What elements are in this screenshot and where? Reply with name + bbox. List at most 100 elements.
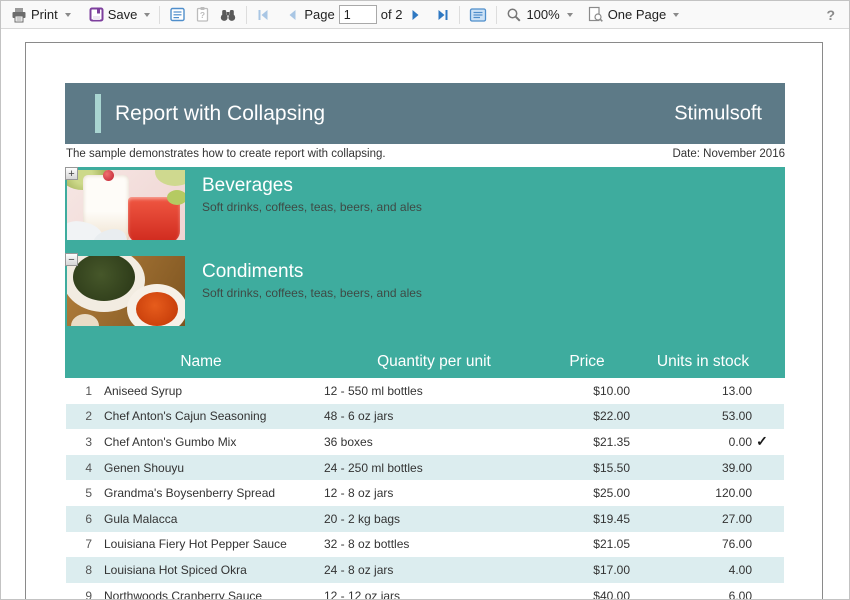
row-number: 9	[66, 589, 92, 600]
print-label: Print	[31, 7, 58, 22]
toolbar: Print Save	[1, 1, 849, 29]
group-title: Beverages	[202, 174, 422, 198]
quantity-per-unit: 12 - 8 oz jars	[324, 486, 520, 500]
price-value: $10.00	[520, 384, 630, 398]
parameters-panel-button[interactable]	[165, 4, 190, 25]
first-page-icon	[256, 8, 270, 22]
toolbar-separator	[496, 6, 497, 24]
units-in-stock-value: 6.00	[630, 589, 752, 600]
bookmarks-panel-button[interactable]	[465, 5, 491, 25]
beverages-image	[67, 170, 185, 240]
save-button[interactable]: Save	[85, 5, 155, 24]
page-total: of 2	[381, 7, 403, 22]
view-mode-button[interactable]: One Page	[583, 4, 684, 25]
row-number: 4	[66, 461, 92, 475]
chevron-down-icon	[65, 13, 71, 17]
report-date: Date: November 2016	[672, 148, 785, 160]
expand-toggle-icon[interactable]: +	[65, 167, 78, 180]
collapse-toggle-icon[interactable]: −	[65, 253, 78, 266]
print-button[interactable]: Print	[7, 5, 75, 25]
page-number-input[interactable]	[339, 5, 377, 24]
condiments-thumbnail: −	[67, 256, 185, 326]
last-page-button[interactable]	[432, 6, 454, 24]
quantity-per-unit: 24 - 8 oz jars	[324, 563, 520, 577]
previous-page-button-disabled	[282, 6, 302, 24]
table-header-row: Name Quantity per unit Price Units in st…	[66, 345, 784, 378]
row-number: 8	[66, 563, 92, 577]
price-value: $22.00	[520, 409, 630, 423]
help-button[interactable]: ?	[820, 7, 841, 23]
chevron-down-icon	[673, 13, 679, 17]
panel-lines-icon	[469, 7, 487, 23]
check-icon: ✓	[752, 433, 772, 450]
toolbar-separator	[246, 6, 247, 24]
quantity-per-unit: 20 - 2 kg bags	[324, 512, 520, 526]
binoculars-icon	[219, 7, 237, 23]
row-number: 5	[66, 486, 92, 500]
table-row: 3Chef Anton's Gumbo Mix36 boxes$21.350.0…	[66, 429, 784, 455]
svg-text:?: ?	[200, 10, 205, 20]
column-header-price: Price	[532, 353, 642, 371]
previous-page-icon	[286, 8, 298, 22]
table-row: 4Genen Shouyu24 - 250 ml bottles$15.5039…	[66, 455, 784, 481]
table-row: 6Gula Malacca20 - 2 kg bags$19.4527.00	[66, 506, 784, 532]
units-in-stock-value: 53.00	[630, 409, 752, 423]
product-name: Louisiana Hot Spiced Okra	[92, 563, 324, 577]
first-page-button-disabled	[252, 6, 274, 24]
product-name: Gula Malacca	[92, 512, 324, 526]
column-header-units: Units in stock	[642, 353, 764, 371]
table-row: 7Louisiana Fiery Hot Pepper Sauce32 - 8 …	[66, 532, 784, 558]
report-viewer: Print Save	[0, 0, 850, 600]
table-row: 8Louisiana Hot Spiced Okra24 - 8 oz jars…	[66, 557, 784, 583]
group-title: Condiments	[202, 260, 422, 284]
row-number: 7	[66, 537, 92, 551]
price-value: $15.50	[520, 461, 630, 475]
toolbar-separator	[159, 6, 160, 24]
accent-bar	[95, 94, 101, 133]
table-body: 1Aniseed Syrup12 - 550 ml bottles$10.001…	[66, 378, 784, 600]
beverages-thumbnail: +	[67, 170, 185, 240]
find-button[interactable]	[215, 5, 241, 25]
quantity-per-unit: 12 - 550 ml bottles	[324, 384, 520, 398]
table-row: 1Aniseed Syrup12 - 550 ml bottles$10.001…	[66, 378, 784, 404]
zoom-value: 100%	[526, 7, 559, 22]
condiments-image	[67, 256, 185, 326]
product-name: Genen Shouyu	[92, 461, 324, 475]
table-row: 9Northwoods Cranberry Sauce12 - 12 oz ja…	[66, 583, 784, 600]
report-description: The sample demonstrates how to create re…	[66, 148, 386, 160]
price-value: $25.00	[520, 486, 630, 500]
magnifier-icon	[506, 7, 522, 23]
price-value: $21.05	[520, 537, 630, 551]
save-icon	[89, 7, 104, 22]
report-header-banner: Report with Collapsing Stimulsoft	[65, 83, 785, 144]
category-band: + Beverages Soft drinks, coffees, teas, …	[65, 167, 785, 378]
quantity-per-unit: 12 - 12 oz jars	[324, 589, 520, 600]
next-page-icon	[410, 8, 422, 22]
page-preview-icon	[587, 6, 604, 23]
column-header-qty: Quantity per unit	[336, 353, 532, 371]
clipboard-question-icon: ?	[194, 6, 211, 23]
product-name: Louisiana Fiery Hot Pepper Sauce	[92, 537, 324, 551]
report-page: Report with Collapsing Stimulsoft The sa…	[25, 42, 823, 600]
product-name: Aniseed Syrup	[92, 384, 324, 398]
printer-icon	[11, 7, 27, 23]
units-in-stock-value: 39.00	[630, 461, 752, 475]
view-mode-value: One Page	[608, 7, 667, 22]
quantity-per-unit: 32 - 8 oz bottles	[324, 537, 520, 551]
report-meta-row: The sample demonstrates how to create re…	[66, 148, 785, 160]
product-name: Chef Anton's Gumbo Mix	[92, 435, 324, 449]
units-in-stock-value: 76.00	[630, 537, 752, 551]
last-page-icon	[436, 8, 450, 22]
units-in-stock-value: 120.00	[630, 486, 752, 500]
zoom-button[interactable]: 100%	[502, 5, 576, 25]
next-page-button[interactable]	[406, 6, 426, 24]
row-number: 2	[66, 409, 92, 423]
table-row: 2Chef Anton's Cajun Seasoning48 - 6 oz j…	[66, 404, 784, 430]
price-value: $40.00	[520, 589, 630, 600]
save-label: Save	[108, 7, 138, 22]
chevron-down-icon	[567, 13, 573, 17]
table-row: 5Grandma's Boysenberry Spread12 - 8 oz j…	[66, 480, 784, 506]
quantity-per-unit: 36 boxes	[324, 435, 520, 449]
units-in-stock-value: 27.00	[630, 512, 752, 526]
brand-name: Stimulsoft	[674, 102, 762, 125]
